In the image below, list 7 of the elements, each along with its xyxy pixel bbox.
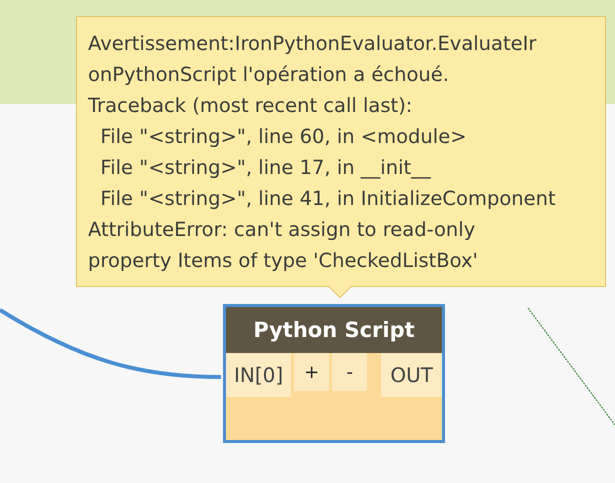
- node-title: Python Script: [226, 307, 442, 353]
- python-script-node[interactable]: Python Script IN[0] + - OUT: [223, 304, 445, 443]
- warning-message: Avertissement:IronPythonEvaluator.EvaluateIr onPythonScript l'opération a échoué. Traceback (most recent call last): File "<string>", line 60, in <module> File "<string>", line 17, in __init__ File "<string>", line 41, in InitializeComponent AttributeError: can't assign to read-only property Items of type 'CheckedListBox': [88, 31, 557, 274]
- remove-input-button[interactable]: -: [332, 353, 368, 391]
- input-port[interactable]: IN[0]: [226, 353, 292, 397]
- output-port[interactable]: OUT: [381, 353, 442, 397]
- add-input-button[interactable]: +: [294, 353, 330, 391]
